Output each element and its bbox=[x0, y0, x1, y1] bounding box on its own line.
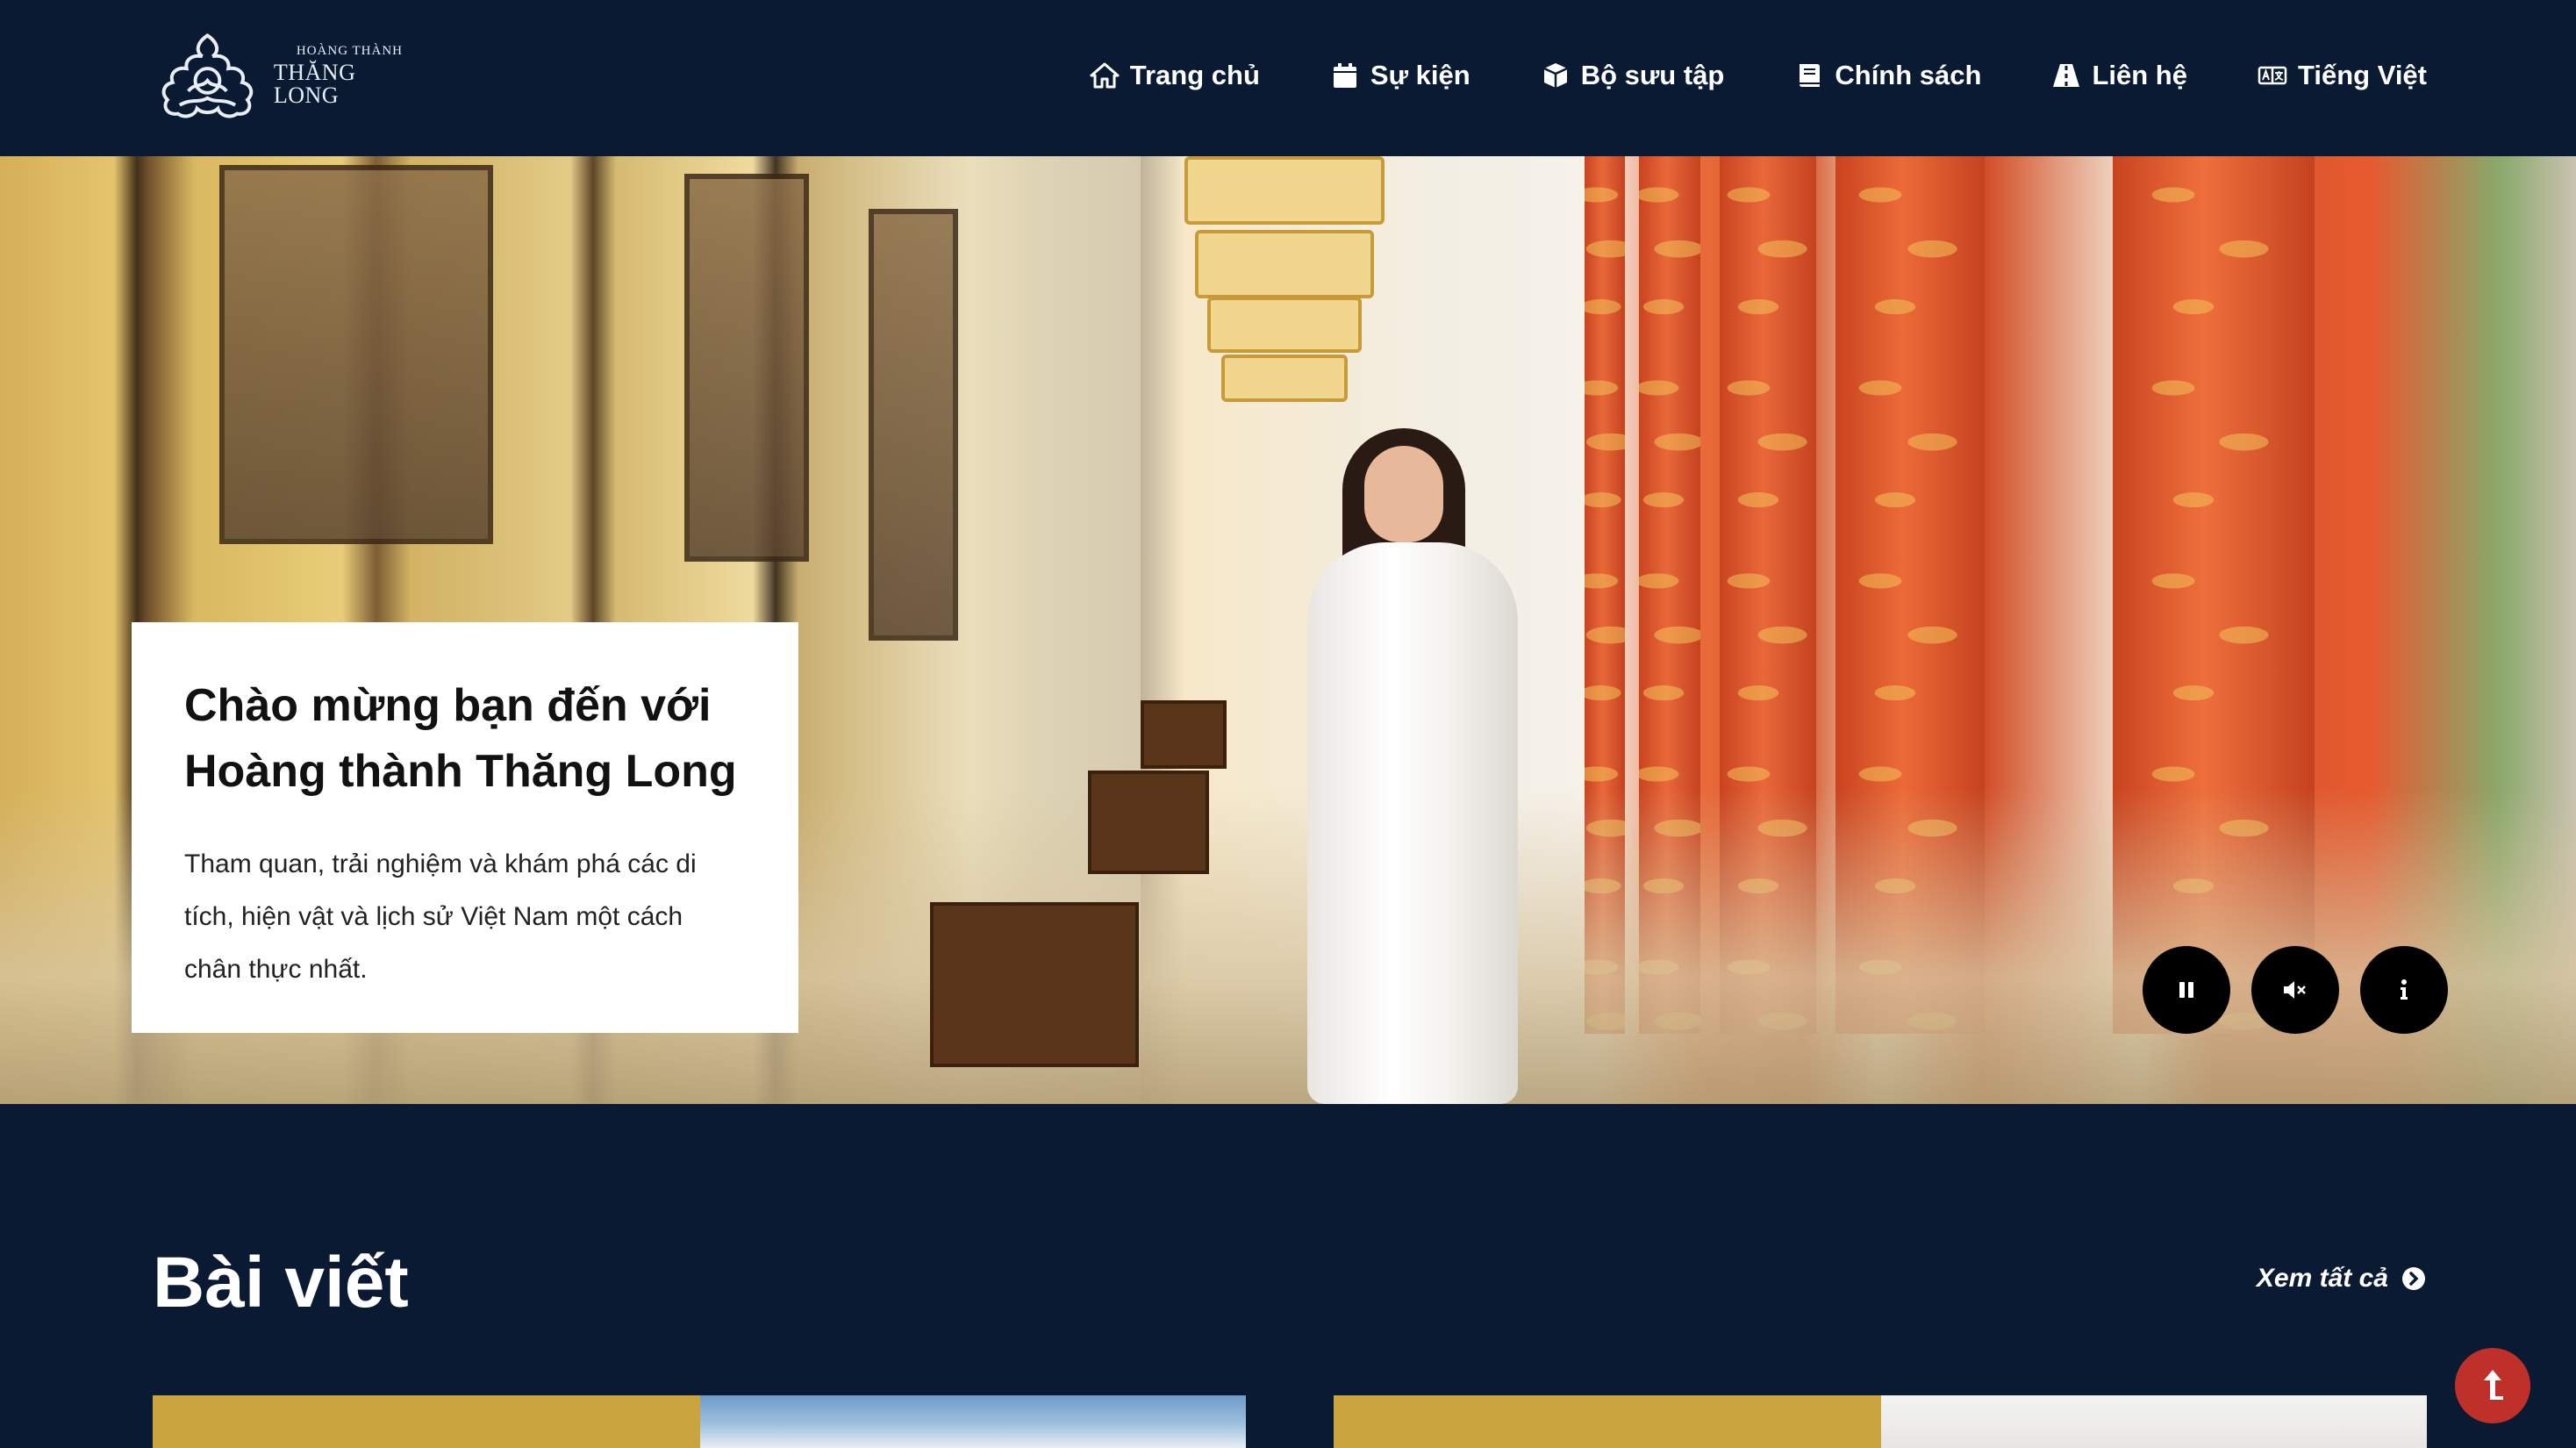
logo-text: HOÀNG THÀNH THĂNG LONG bbox=[273, 43, 426, 108]
scroll-to-top-button[interactable] bbox=[2455, 1348, 2530, 1423]
hero-bench bbox=[930, 902, 1139, 1067]
mute-button[interactable] bbox=[2251, 946, 2339, 1034]
article-card-panel bbox=[153, 1395, 700, 1448]
article-card-image bbox=[1881, 1395, 2427, 1448]
nav-item-collection[interactable]: Bộ sưu tập bbox=[1541, 60, 1725, 91]
mute-icon bbox=[2284, 981, 2306, 999]
nav-item-policy[interactable]: Chính sách bbox=[1794, 60, 1981, 91]
nav-label: Liên hệ bbox=[2092, 60, 2187, 90]
view-all-label: Xem tất cả bbox=[2256, 1264, 2388, 1293]
info-icon bbox=[2401, 979, 2408, 1000]
logo-line1: HOÀNG THÀNH bbox=[296, 43, 403, 58]
nav-item-home[interactable]: Trang chủ bbox=[1090, 60, 1260, 91]
welcome-card: Chào mừng bạn đến với Hoàng thành Thăng … bbox=[132, 622, 798, 1033]
article-card[interactable] bbox=[1334, 1395, 2427, 1448]
chevron-right-circle-icon bbox=[2402, 1267, 2425, 1290]
welcome-description: Tham quan, trải nghiệm và khám phá các d… bbox=[184, 849, 697, 984]
welcome-title: Chào mừng bạn đến với Hoàng thành Thăng … bbox=[184, 680, 737, 797]
hero-bench bbox=[1141, 700, 1227, 769]
nav-label: Bộ sưu tập bbox=[1580, 60, 1725, 90]
nav-label: Sự kiện bbox=[1370, 60, 1470, 90]
road-icon bbox=[2051, 61, 2081, 90]
language-icon bbox=[2258, 61, 2287, 90]
home-icon bbox=[1090, 61, 1120, 90]
nav-label: Trang chủ bbox=[1129, 60, 1260, 90]
arrow-up-icon bbox=[2484, 1370, 2503, 1400]
hero-lantern bbox=[1184, 156, 1385, 225]
nav-label: Chính sách bbox=[1835, 60, 1982, 90]
article-card-panel bbox=[1334, 1395, 1881, 1448]
hero-wall-frame bbox=[869, 209, 958, 641]
articles-heading: Bài viết bbox=[153, 1243, 409, 1323]
hero-lantern bbox=[1195, 230, 1374, 298]
hero-lantern bbox=[1221, 355, 1348, 402]
cube-icon bbox=[1541, 61, 1571, 90]
site-logo[interactable]: HOÀNG THÀNH THĂNG LONG bbox=[154, 30, 426, 121]
view-all-link[interactable]: Xem tất cả bbox=[2257, 1264, 2427, 1294]
pause-button[interactable] bbox=[2143, 946, 2230, 1034]
article-card-image bbox=[700, 1395, 1246, 1448]
article-card[interactable] bbox=[153, 1395, 1246, 1448]
book-icon bbox=[1794, 61, 1824, 90]
logo-emblem-icon bbox=[161, 33, 254, 118]
nav-item-contact[interactable]: Liên hệ bbox=[2051, 60, 2187, 91]
hero-wall-frame bbox=[219, 165, 493, 544]
site-header: HOÀNG THÀNH THĂNG LONG Trang chủ Sự kiện… bbox=[0, 0, 2576, 156]
hero-bench bbox=[1088, 771, 1209, 874]
pause-icon bbox=[2179, 982, 2193, 998]
nav-item-events[interactable]: Sự kiện bbox=[1330, 60, 1470, 91]
logo-line2: THĂNG LONG bbox=[273, 59, 356, 108]
nav-label: Tiếng Việt bbox=[2297, 60, 2427, 90]
main-nav: Trang chủ Sự kiện Bộ sưu tập Chính sách … bbox=[1090, 51, 2427, 100]
info-button[interactable] bbox=[2360, 946, 2448, 1034]
hero-lantern bbox=[1207, 297, 1362, 353]
calendar-icon bbox=[1330, 61, 1360, 90]
hero-wall-frame bbox=[684, 174, 809, 562]
hero-person bbox=[1281, 411, 1544, 1104]
nav-item-language[interactable]: Tiếng Việt bbox=[2258, 60, 2427, 91]
